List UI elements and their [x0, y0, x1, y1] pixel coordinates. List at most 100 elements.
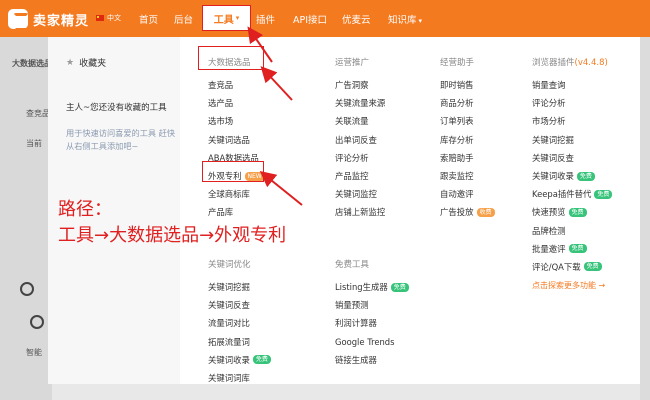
column-free-tools: 免费工具 Listing生成器 免费 销量预测 利润计算器 Google Tren…: [335, 258, 409, 369]
menu-item[interactable]: 关键词词库: [208, 369, 271, 387]
menu-item-label: Listing生成器: [335, 282, 388, 293]
favorites-title-text: 收藏夹: [79, 59, 107, 69]
free-badge: 免费: [252, 355, 271, 365]
brand-name: 卖家精灵: [33, 13, 90, 29]
menu-item[interactable]: 关键词监控: [335, 185, 385, 203]
path-annotation: 路径： 工具→大数据选品→外观专利: [58, 197, 286, 249]
menu-item[interactable]: 出单词反查: [335, 131, 385, 149]
language-label: 中文: [107, 14, 121, 22]
menu-item[interactable]: 关键词反查: [532, 149, 612, 167]
nav-admin[interactable]: 后台: [174, 12, 193, 26]
background-text: 智能: [26, 348, 42, 357]
free-badge: 免费: [594, 189, 613, 199]
menu-item-label: Keepa插件替代: [532, 189, 592, 200]
column-browser-plugin: 浏览器插件(v4.4.8) 销量查询 评论分析 市场分析 关键词挖掘 关键词反查…: [532, 56, 613, 294]
menu-item[interactable]: 关联流量: [335, 112, 385, 130]
menu-item[interactable]: 销量查询: [532, 76, 612, 94]
logo-icon: [8, 9, 29, 31]
menu-item[interactable]: 选市场: [208, 112, 265, 130]
language-switch[interactable]: 中文: [96, 13, 121, 23]
headphone-thumbnail: [30, 315, 44, 329]
headphone-thumbnail: [20, 282, 34, 296]
column-title-text: 浏览器插件: [532, 58, 575, 68]
highlight-appearance-patent: [202, 161, 264, 182]
menu-item[interactable]: 产品监控: [335, 167, 385, 185]
path-annotation-line: 工具→大数据选品→外观专利: [58, 225, 287, 246]
menu-item[interactable]: 品牌检测: [532, 222, 612, 240]
menu-item[interactable]: 选产品: [208, 94, 265, 112]
menu-item[interactable]: 店铺上新监控: [335, 203, 385, 221]
star-icon: ★: [66, 57, 75, 68]
menu-item-label: 关键词收录: [208, 354, 250, 365]
menu-item-label: 关键词收录: [532, 171, 574, 182]
menu-item-label: 快速预览: [532, 207, 566, 218]
nav-api[interactable]: API接口: [293, 12, 327, 26]
menu-item[interactable]: 关键词反查: [208, 296, 271, 314]
menu-item[interactable]: 快速预览 免费: [532, 203, 612, 221]
menu-item[interactable]: 查竞品: [208, 76, 265, 94]
free-badge: 免费: [583, 262, 602, 272]
column-operations: 运营推广 广告洞察 关键流量来源 关联流量 出单词反查 评论分析 产品监控 关键…: [335, 56, 385, 222]
menu-item[interactable]: 流量词对比: [208, 314, 271, 332]
menu-item[interactable]: 广告洞察: [335, 76, 385, 94]
column-title: 免费工具: [335, 260, 370, 270]
menu-item[interactable]: 评论/QA下载 免费: [532, 258, 612, 276]
background-page: [640, 37, 650, 400]
menu-item[interactable]: Keepa插件替代 免费: [532, 185, 613, 203]
path-annotation-line: 路径：: [58, 199, 112, 220]
free-badge: 免费: [568, 207, 587, 217]
column-assistant: 经营助手 即时销售 商品分析 订单列表 库存分析 索赔助手 跟卖监控 自动邀评 …: [440, 56, 495, 222]
background-text: 查竞品: [26, 109, 50, 118]
explore-more-link[interactable]: 点击探索更多功能 →: [532, 276, 612, 294]
menu-item[interactable]: 评论分析: [532, 94, 612, 112]
nav-home[interactable]: 首页: [139, 12, 158, 26]
menu-item[interactable]: 库存分析: [440, 131, 495, 149]
favorites-hint-text: 用于快速访问喜爱的工具 赶快从右侧工具添加吧~: [66, 128, 176, 151]
background-text: 当前: [26, 139, 42, 148]
menu-item[interactable]: 商品分析: [440, 94, 495, 112]
menu-item[interactable]: 链接生成器: [335, 351, 409, 369]
menu-item[interactable]: 批量邀评 免费: [532, 240, 612, 258]
menu-item[interactable]: 索赔助手: [440, 149, 495, 167]
background-page: [0, 37, 52, 400]
menu-item[interactable]: 评论分析: [335, 149, 385, 167]
menu-item-label: 批量邀评: [532, 243, 566, 254]
menu-item-label: 广告投放: [440, 207, 474, 218]
column-title: 浏览器插件(v4.4.8): [532, 56, 612, 76]
favorites-empty-text: 主人~您还没有收藏的工具: [66, 103, 167, 113]
chevron-down-icon: ▾: [418, 17, 423, 25]
menu-item[interactable]: Google Trends: [335, 333, 409, 351]
menu-item[interactable]: 销量预测: [335, 296, 409, 314]
column-title: 关键词优化: [208, 260, 251, 270]
highlight-big-data: [198, 46, 264, 70]
menu-item[interactable]: 关键词挖掘: [532, 131, 612, 149]
nav-knowledge-label: 知识库: [388, 15, 417, 26]
menu-item-ad-launch[interactable]: 广告投放 收费: [440, 203, 495, 221]
menu-item[interactable]: 关键流量来源: [335, 94, 385, 112]
menu-item[interactable]: Listing生成器 免费: [335, 278, 409, 296]
column-keyword-optimization: 关键词优化 关键词挖掘 关键词反查 流量词对比 拓展流量词 关键词收录 免费 关键…: [208, 258, 271, 387]
menu-item[interactable]: 关键词收录 免费: [532, 167, 612, 185]
menu-item[interactable]: 订单列表: [440, 112, 495, 130]
menu-item[interactable]: 关键词选品: [208, 131, 265, 149]
free-badge: 免费: [568, 244, 587, 254]
nav-plugin[interactable]: 插件: [256, 12, 275, 26]
favorites-title: ★ 收藏夹: [66, 56, 107, 70]
menu-item[interactable]: 跟卖监控: [440, 167, 495, 185]
fee-badge: 收费: [476, 207, 495, 217]
free-badge: 免费: [390, 282, 409, 292]
menu-item[interactable]: 自动邀评: [440, 185, 495, 203]
column-title: 运营推广: [335, 58, 370, 68]
nav-youmaiyun[interactable]: 优麦云: [342, 12, 371, 26]
brand-logo[interactable]: 卖家精灵: [8, 8, 90, 31]
menu-item[interactable]: 市场分析: [532, 112, 612, 130]
nav-knowledge[interactable]: 知识库 ▾: [388, 12, 422, 26]
background-text: 大数据选品: [12, 59, 52, 68]
menu-item[interactable]: 利润计算器: [335, 314, 409, 332]
menu-item-label: 评论/QA下载: [532, 261, 581, 272]
menu-item[interactable]: 拓展流量词: [208, 333, 271, 351]
menu-item[interactable]: 关键词收录 免费: [208, 351, 271, 369]
menu-item[interactable]: 关键词挖掘: [208, 278, 271, 296]
menu-item[interactable]: 即时销售: [440, 76, 495, 94]
china-flag-icon: [96, 15, 104, 21]
